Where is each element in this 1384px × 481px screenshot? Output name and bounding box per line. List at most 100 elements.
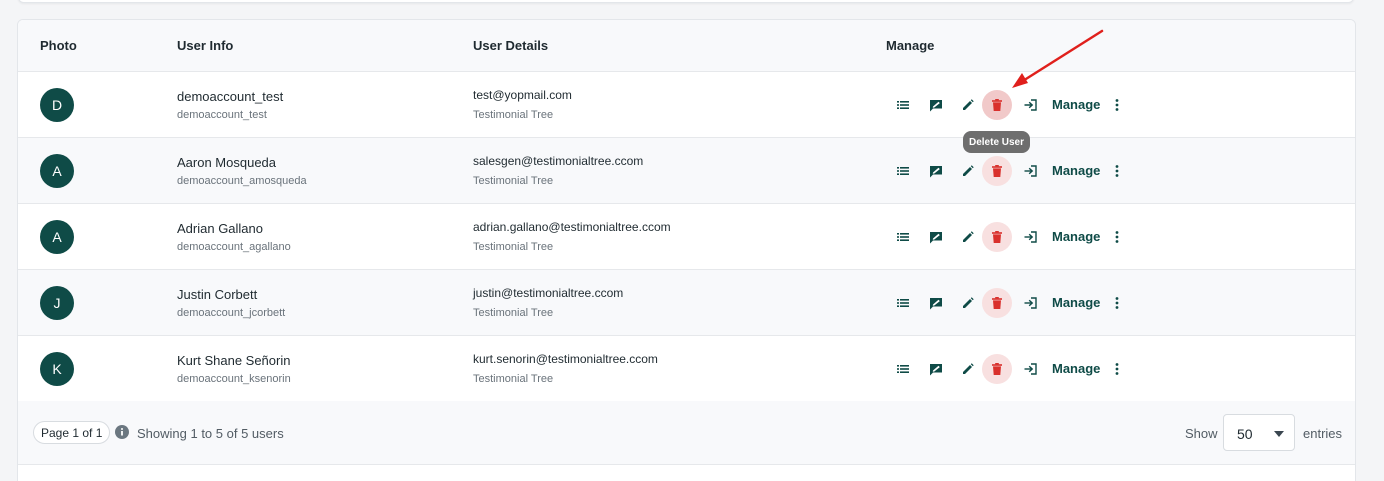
list-icon (897, 233, 909, 241)
pencil-icon (963, 297, 974, 308)
trash-icon (992, 297, 1002, 309)
login-as-user-button[interactable] (1015, 288, 1045, 318)
list-icon (897, 299, 909, 307)
list-icon (897, 167, 909, 175)
avatar: A (40, 154, 74, 188)
user-email: adrian.gallano@testimonialtree.ccom (473, 220, 671, 234)
avatar-initial: D (51, 97, 63, 113)
manage-link[interactable]: Manage (1052, 229, 1100, 244)
top-card (18, 0, 1354, 3)
edit-user-button[interactable] (953, 354, 983, 384)
list-icon (897, 365, 909, 373)
avatar-initial: K (52, 361, 62, 377)
pencil-icon (963, 165, 974, 176)
feedback-button[interactable] (921, 90, 951, 120)
user-name: Adrian Gallano (177, 221, 263, 236)
user-name: Kurt Shane Señorin (177, 353, 291, 368)
users-table: Photo User Info User Details Manage D de… (17, 19, 1356, 481)
login-icon (1024, 231, 1037, 243)
login-as-user-button[interactable] (1015, 156, 1045, 186)
kebab-menu-icon (1115, 297, 1119, 309)
trash-icon (992, 165, 1002, 177)
edit-user-button[interactable] (953, 90, 983, 120)
table-footer: Page 1 of 1 Showing 1 to 5 of 5 users Sh… (18, 401, 1355, 465)
login-as-user-button[interactable] (1015, 222, 1045, 252)
view-details-button[interactable] (888, 288, 918, 318)
more-options-button[interactable] (1110, 288, 1124, 318)
kebab-menu-icon (1115, 165, 1119, 177)
login-icon (1024, 99, 1037, 111)
table-row: D demoaccount_test demoaccount_test test… (18, 72, 1355, 138)
user-username: demoaccount_amosqueda (177, 175, 307, 187)
edit-user-button[interactable] (953, 288, 983, 318)
message-icon (930, 363, 942, 375)
user-username: demoaccount_test (177, 109, 267, 121)
entries-label: entries (1303, 426, 1343, 441)
pencil-icon (963, 99, 974, 110)
user-email: justin@testimonialtree.ccom (473, 286, 624, 300)
feedback-button[interactable] (921, 288, 951, 318)
avatar: D (40, 88, 74, 122)
login-icon (1024, 165, 1037, 177)
delete-user-button[interactable] (982, 222, 1012, 252)
avatar: A (40, 220, 74, 254)
delete-user-button[interactable] (982, 156, 1012, 186)
feedback-button[interactable] (921, 354, 951, 384)
delete-user-button[interactable] (982, 354, 1012, 384)
user-company: Testimonial Tree (473, 175, 554, 187)
chevron-down-icon (1274, 431, 1284, 437)
login-as-user-button[interactable] (1015, 90, 1045, 120)
manage-link[interactable]: Manage (1052, 163, 1100, 178)
manage-link[interactable]: Manage (1052, 361, 1100, 376)
avatar-initial: J (53, 295, 61, 311)
login-as-user-button[interactable] (1015, 354, 1045, 384)
user-name: demoaccount_test (177, 89, 284, 104)
user-email: test@yopmail.com (473, 88, 572, 102)
edit-user-button[interactable] (953, 222, 983, 252)
more-options-button[interactable] (1110, 222, 1124, 252)
avatar: K (40, 352, 74, 386)
user-username: demoaccount_ksenorin (177, 373, 291, 385)
delete-user-button[interactable] (982, 90, 1012, 120)
view-details-button[interactable] (888, 90, 918, 120)
edit-user-button[interactable] (953, 156, 983, 186)
feedback-button[interactable] (921, 222, 951, 252)
table-header: Photo User Info User Details Manage (18, 20, 1355, 72)
table-row: K Kurt Shane Señorin demoaccount_ksenori… (18, 336, 1355, 402)
message-icon (930, 297, 942, 309)
more-options-button[interactable] (1110, 354, 1124, 384)
header-user-details: User Details (473, 38, 549, 53)
delete-user-button[interactable] (982, 288, 1012, 318)
user-company: Testimonial Tree (473, 241, 554, 253)
pencil-icon (963, 231, 974, 242)
trash-icon (992, 99, 1002, 111)
view-details-button[interactable] (888, 156, 918, 186)
trash-icon (992, 231, 1002, 243)
message-icon (930, 165, 942, 177)
login-icon (1024, 297, 1037, 309)
more-options-button[interactable] (1110, 156, 1124, 186)
table-row: A Adrian Gallano demoaccount_agallano ad… (18, 204, 1355, 270)
feedback-button[interactable] (921, 156, 951, 186)
user-username: demoaccount_agallano (177, 241, 291, 253)
avatar-initial: A (52, 229, 62, 245)
entries-per-page-select[interactable]: 50 (1223, 414, 1295, 451)
user-name: Aaron Mosqueda (177, 155, 277, 170)
header-photo: Photo (40, 38, 77, 53)
manage-link[interactable]: Manage (1052, 295, 1100, 310)
pencil-icon (963, 363, 974, 374)
page-indicator: Page 1 of 1 (33, 421, 111, 444)
manage-link[interactable]: Manage (1052, 97, 1100, 112)
view-details-button[interactable] (888, 354, 918, 384)
kebab-menu-icon (1115, 99, 1119, 111)
kebab-menu-icon (1115, 363, 1119, 375)
more-options-button[interactable] (1110, 90, 1124, 120)
view-details-button[interactable] (888, 222, 918, 252)
avatar-initial: A (52, 163, 62, 179)
user-company: Testimonial Tree (473, 109, 554, 121)
trash-icon (992, 363, 1002, 375)
kebab-menu-icon (1115, 231, 1119, 243)
user-email: kurt.senorin@testimonialtree.ccom (473, 352, 658, 366)
show-label: Show (1185, 426, 1218, 441)
showing-count-text: Showing 1 to 5 of 5 users (137, 426, 284, 441)
